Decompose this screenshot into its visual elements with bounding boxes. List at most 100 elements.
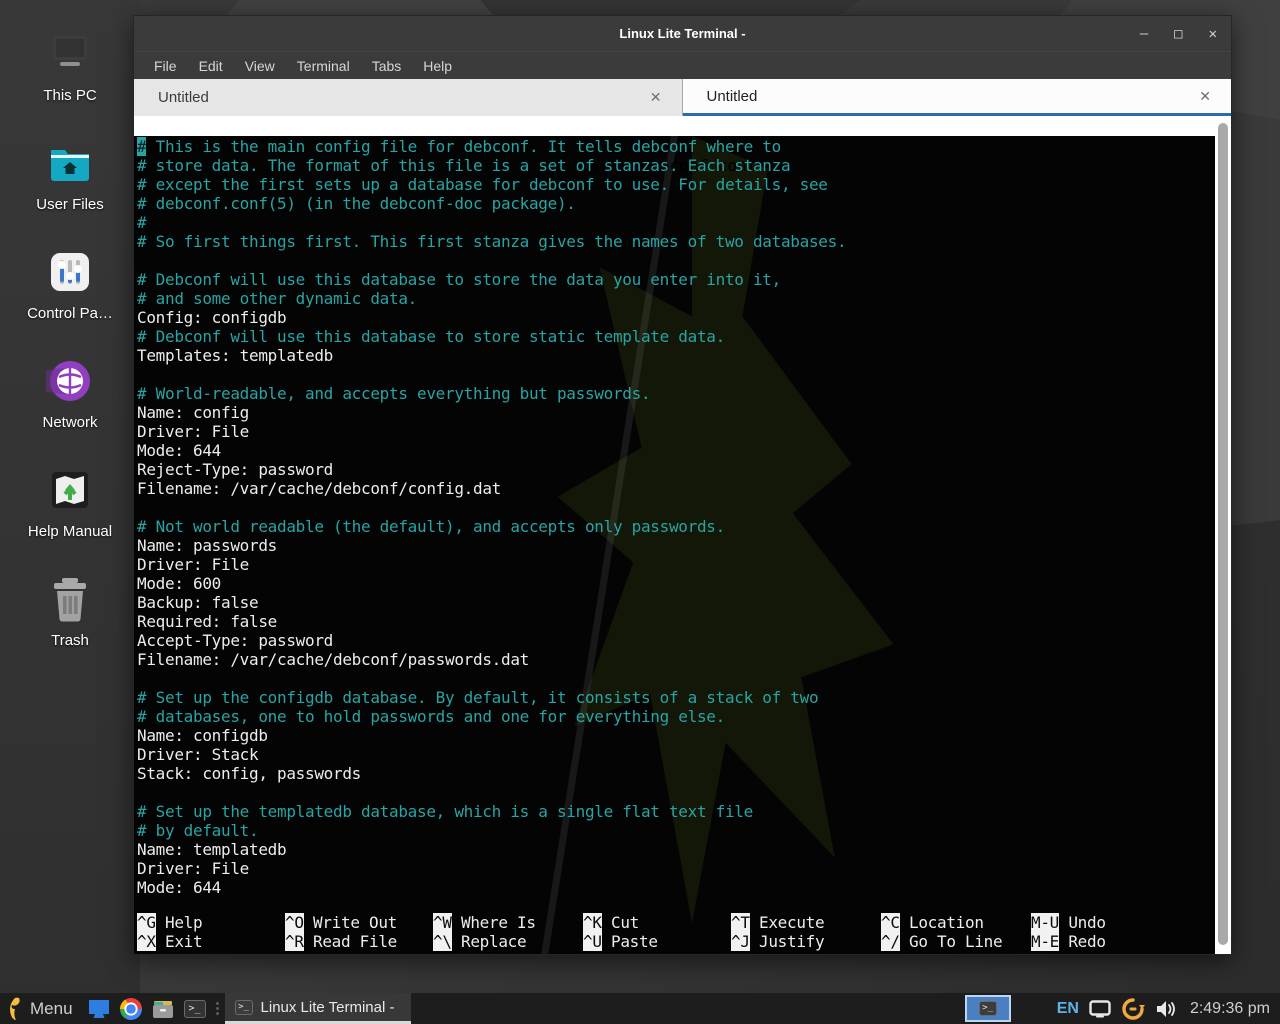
desktop-icon-label: This PC xyxy=(43,87,96,104)
show-desktop-icon[interactable] xyxy=(87,997,111,1021)
shortcut-key: ^T xyxy=(731,913,750,932)
taskbar: Menu >_ >_ Linux Lite Terminal - >_ EN 2… xyxy=(0,993,1280,1024)
maximize-icon[interactable]: □ xyxy=(1174,27,1182,41)
nano-shortcut: ^X Exit xyxy=(137,932,285,951)
terminal-line: Stack: config, passwords xyxy=(137,764,1215,783)
display-settings-icon[interactable] xyxy=(1089,1000,1111,1018)
taskbar-window-label: Linux Lite Terminal - xyxy=(261,999,395,1016)
tab-close-icon[interactable]: ✕ xyxy=(1195,88,1215,105)
shortcut-label: Exit xyxy=(156,932,203,951)
terminal-screen[interactable]: GNU nano 7.2 /etc/debconf.conf # This is… xyxy=(134,116,1215,954)
menu-edit[interactable]: Edit xyxy=(199,58,223,74)
terminal-line: # Debconf will use this database to stor… xyxy=(137,270,1215,289)
nano-shortcut: ^T Execute xyxy=(731,913,881,932)
shortcut-key: ^G xyxy=(137,913,156,932)
desktop-icon-label: User Files xyxy=(36,196,104,213)
terminal-line xyxy=(137,251,1215,270)
menu-help[interactable]: Help xyxy=(423,58,452,74)
scrollbar-thumb[interactable] xyxy=(1218,123,1228,945)
scrollbar-track[interactable] xyxy=(1215,116,1231,954)
nano-shortcut: ^C Location xyxy=(881,913,1031,932)
menu-file[interactable]: File xyxy=(154,58,177,74)
start-menu-button[interactable]: Menu xyxy=(0,993,83,1024)
window-titlebar[interactable]: Linux Lite Terminal - – □ ✕ xyxy=(134,16,1231,51)
desktop-icon-control-panel[interactable]: Control Pa… xyxy=(8,246,132,322)
chrome-browser-icon[interactable] xyxy=(119,997,143,1021)
terminal-line: # This is the main config file for debco… xyxy=(137,137,1215,156)
desktop-icon-trash[interactable]: Trash xyxy=(8,573,132,649)
terminal-line: Templates: templatedb xyxy=(137,346,1215,365)
shortcut-key: ^J xyxy=(731,932,750,951)
nano-shortcut: ^\ Replace xyxy=(433,932,583,951)
terminal-line: # Set up the configdb database. By defau… xyxy=(137,688,1215,707)
terminal-line: Name: templatedb xyxy=(137,840,1215,859)
volume-icon[interactable] xyxy=(1155,1000,1176,1018)
terminal-line: Mode: 644 xyxy=(137,441,1215,460)
terminal-line xyxy=(137,669,1215,688)
nano-shortcut: ^R Read File xyxy=(285,932,433,951)
shortcut-label: Replace xyxy=(452,932,527,951)
window-controls: – □ ✕ xyxy=(1140,16,1217,51)
shortcut-label: Execute xyxy=(750,913,825,932)
menu-view[interactable]: View xyxy=(245,58,275,74)
tab-label: Untitled xyxy=(158,89,646,106)
terminal-line: Accept-Type: password xyxy=(137,631,1215,650)
desktop-icon-label: Trash xyxy=(51,632,89,649)
shortcut-row-1: ^G Help^O Write Out^W Where Is^K Cut^T E… xyxy=(137,913,1215,932)
terminal-line: # Set up the templatedb database, which … xyxy=(137,802,1215,821)
sliders-icon xyxy=(44,246,96,298)
terminal-line: # databases, one to hold passwords and o… xyxy=(137,707,1215,726)
nano-lines: # This is the main config file for debco… xyxy=(134,136,1215,913)
desktop-icon-network[interactable]: Network xyxy=(8,355,132,431)
file-manager-icon[interactable] xyxy=(151,997,175,1021)
pager-window-icon: >_ xyxy=(979,1001,997,1016)
desktop-icon-user-files[interactable]: User Files xyxy=(8,137,132,213)
terminal-line: Reject-Type: password xyxy=(137,460,1215,479)
terminal-line: Filename: /var/cache/debconf/passwords.d… xyxy=(137,650,1215,669)
terminal-line: Driver: File xyxy=(137,859,1215,878)
taskbar-window-button[interactable]: >_ Linux Lite Terminal - xyxy=(225,993,411,1024)
terminal-launcher-icon[interactable]: >_ xyxy=(183,997,207,1021)
terminal-line: Mode: 600 xyxy=(137,574,1215,593)
tab-label: Untitled xyxy=(707,88,1196,105)
terminal-line: # So first things first. This first stan… xyxy=(137,232,1215,251)
terminal-line: Mode: 644 xyxy=(137,878,1215,897)
tab-bar: Untitled ✕ Untitled ✕ xyxy=(134,79,1231,116)
menu-tabs[interactable]: Tabs xyxy=(372,58,402,74)
tab-close-icon[interactable]: ✕ xyxy=(646,89,666,106)
shortcut-label: Cut xyxy=(602,913,639,932)
terminal-line: # except the first sets up a database fo… xyxy=(137,175,1215,194)
shortcut-key: M-U xyxy=(1031,913,1059,932)
nano-titlebar: GNU nano 7.2 /etc/debconf.conf xyxy=(134,116,1215,136)
nano-shortcut: ^U Paste xyxy=(583,932,731,951)
system-tray: EN 2:49:36 pm xyxy=(1057,997,1280,1021)
keyboard-layout-indicator[interactable]: EN xyxy=(1057,1000,1079,1018)
shortcut-key: ^W xyxy=(433,913,452,932)
terminal-line xyxy=(137,498,1215,517)
tab-untitled-2[interactable]: Untitled ✕ xyxy=(683,79,1232,116)
terminal-line: # debconf.conf(5) (in the debconf-doc pa… xyxy=(137,194,1215,213)
terminal-line: # store data. The format of this file is… xyxy=(137,156,1215,175)
desktop-icon-this-pc[interactable]: This PC xyxy=(8,28,132,104)
terminal-line: Backup: false xyxy=(137,593,1215,612)
shortcut-label: Justify xyxy=(750,932,825,951)
terminal-window: Linux Lite Terminal - – □ ✕ File Edit Vi… xyxy=(133,15,1232,955)
trash-icon xyxy=(44,573,96,625)
nano-shortcut-bar: ^G Help^O Write Out^W Where Is^K Cut^T E… xyxy=(134,913,1215,954)
text-cursor: # xyxy=(137,137,146,156)
workspace-pager[interactable]: >_ xyxy=(965,995,1011,1022)
shortcut-label: Go To Line xyxy=(900,932,1003,951)
minimize-icon[interactable]: – xyxy=(1140,27,1148,41)
clock: 2:49:36 pm xyxy=(1190,1000,1270,1018)
shortcut-label: Help xyxy=(156,913,203,932)
tab-untitled-1[interactable]: Untitled ✕ xyxy=(134,79,683,116)
panel-separator-handle[interactable] xyxy=(213,999,223,1019)
nano-shortcut: ^O Write Out xyxy=(285,913,433,932)
desktop-icon-help-manual[interactable]: Help Manual xyxy=(8,464,132,540)
close-icon[interactable]: ✕ xyxy=(1209,27,1217,41)
shortcut-key: ^/ xyxy=(881,932,900,951)
terminal-line: # World-readable, and accepts everything… xyxy=(137,384,1215,403)
shortcut-label: Redo xyxy=(1059,932,1106,951)
update-manager-icon[interactable] xyxy=(1121,997,1145,1021)
menu-terminal[interactable]: Terminal xyxy=(297,58,350,74)
